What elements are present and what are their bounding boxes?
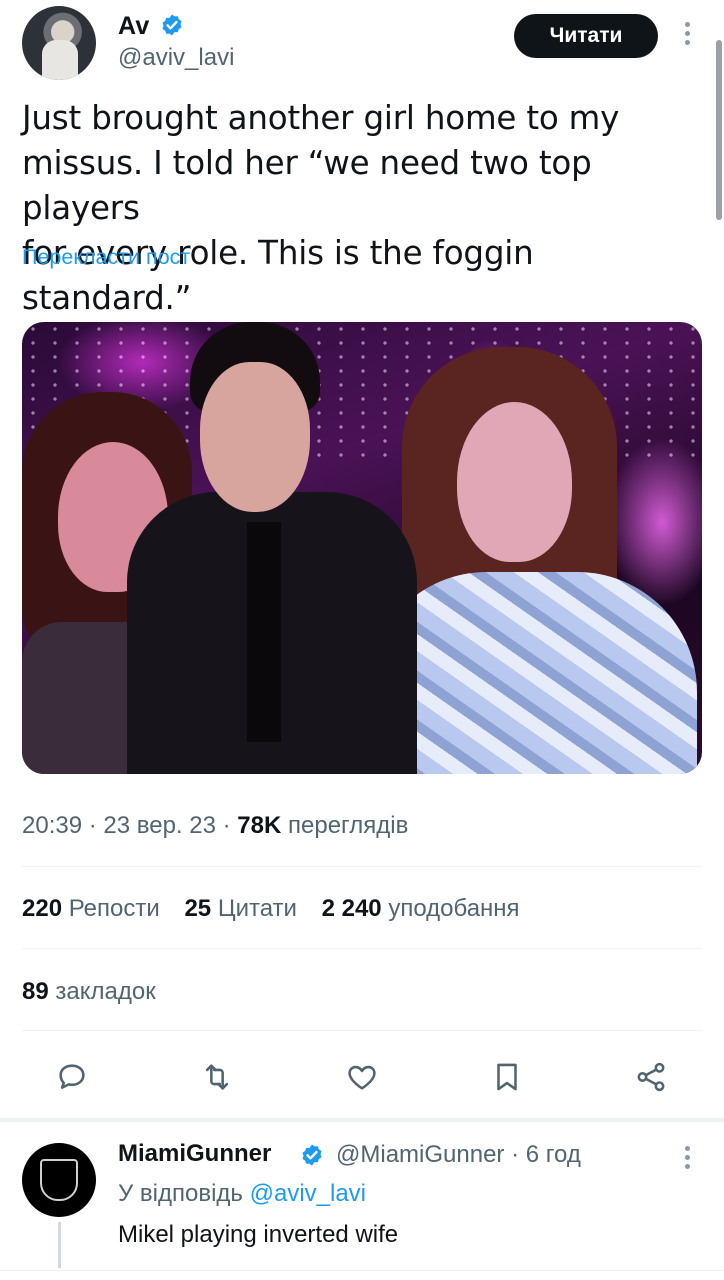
bookmark-button[interactable] [487, 1057, 527, 1097]
divider [0, 1270, 724, 1271]
tweet-text: Just brought another girl home to my mis… [22, 99, 620, 317]
bookmarks-stat[interactable]: 89 закладок [22, 978, 156, 1006]
tweet-time[interactable]: 20:39 [22, 812, 82, 839]
share-button[interactable] [631, 1057, 671, 1097]
author-name[interactable]: Av [118, 12, 149, 41]
section-separator [0, 1118, 724, 1122]
reposts-stat[interactable]: 220 Репости [22, 895, 160, 922]
like-icon [348, 1065, 376, 1090]
reply-button[interactable] [52, 1057, 92, 1097]
author-avatar[interactable] [22, 6, 96, 80]
reply-avatar[interactable] [22, 1143, 96, 1217]
tweet-photo[interactable] [22, 322, 702, 774]
quotes-count: 25 [184, 895, 212, 922]
tweet-date[interactable]: 23 вер. 23 [103, 812, 216, 839]
share-icon [637, 1062, 665, 1092]
likes-label: уподобання [388, 895, 520, 922]
tweet-meta: 20:39 · 23 вер. 23 · 78K переглядів [22, 812, 409, 839]
divider [22, 948, 702, 949]
scrollbar[interactable] [716, 40, 722, 220]
reply-text: Mikel playing inverted wife [118, 1221, 399, 1248]
bookmarks-label: закладок [55, 978, 156, 1005]
views-label: переглядів [288, 812, 409, 839]
more-options-icon[interactable] [680, 22, 694, 52]
reply-meta: @MiamiGunner · 6 год [336, 1141, 581, 1168]
bookmark-icon [497, 1063, 517, 1091]
engagement-stats: 220 Репости 25 Цитати 2 240 уподобання [22, 895, 538, 923]
translate-post-link[interactable]: Перекласти пост [22, 245, 190, 270]
quotes-stat[interactable]: 25 Цитати [184, 895, 296, 922]
divider [22, 1030, 702, 1031]
author-handle[interactable]: @aviv_lavi [118, 44, 234, 72]
replying-to-link[interactable]: @aviv_lavi [250, 1180, 366, 1207]
reply-author-name[interactable]: MiamiGunner [118, 1140, 271, 1168]
likes-stat[interactable]: 2 240 уподобання [322, 895, 520, 922]
reply-icon [59, 1064, 85, 1089]
bookmarks-count: 89 [22, 978, 49, 1005]
repost-button[interactable] [197, 1057, 237, 1097]
verified-badge-icon [302, 1144, 322, 1166]
verified-badge-icon [162, 14, 182, 36]
reposts-label: Репости [68, 895, 160, 922]
reposts-count: 220 [22, 895, 63, 922]
replying-to: У відповідь @aviv_lavi [118, 1180, 366, 1208]
follow-button[interactable]: Читати [514, 14, 658, 58]
thread-line [58, 1222, 61, 1268]
repost-icon [205, 1064, 229, 1090]
divider [22, 866, 702, 867]
replying-prefix: У відповідь [118, 1180, 243, 1207]
likes-count: 2 240 [321, 895, 382, 922]
reply-more-options-icon[interactable] [680, 1146, 694, 1176]
views-count: 78K [237, 812, 282, 839]
reply-author-handle[interactable]: @MiamiGunner [336, 1141, 504, 1168]
like-button[interactable] [342, 1057, 382, 1097]
quotes-label: Цитати [217, 895, 297, 922]
reply-time[interactable]: 6 год [526, 1141, 581, 1168]
